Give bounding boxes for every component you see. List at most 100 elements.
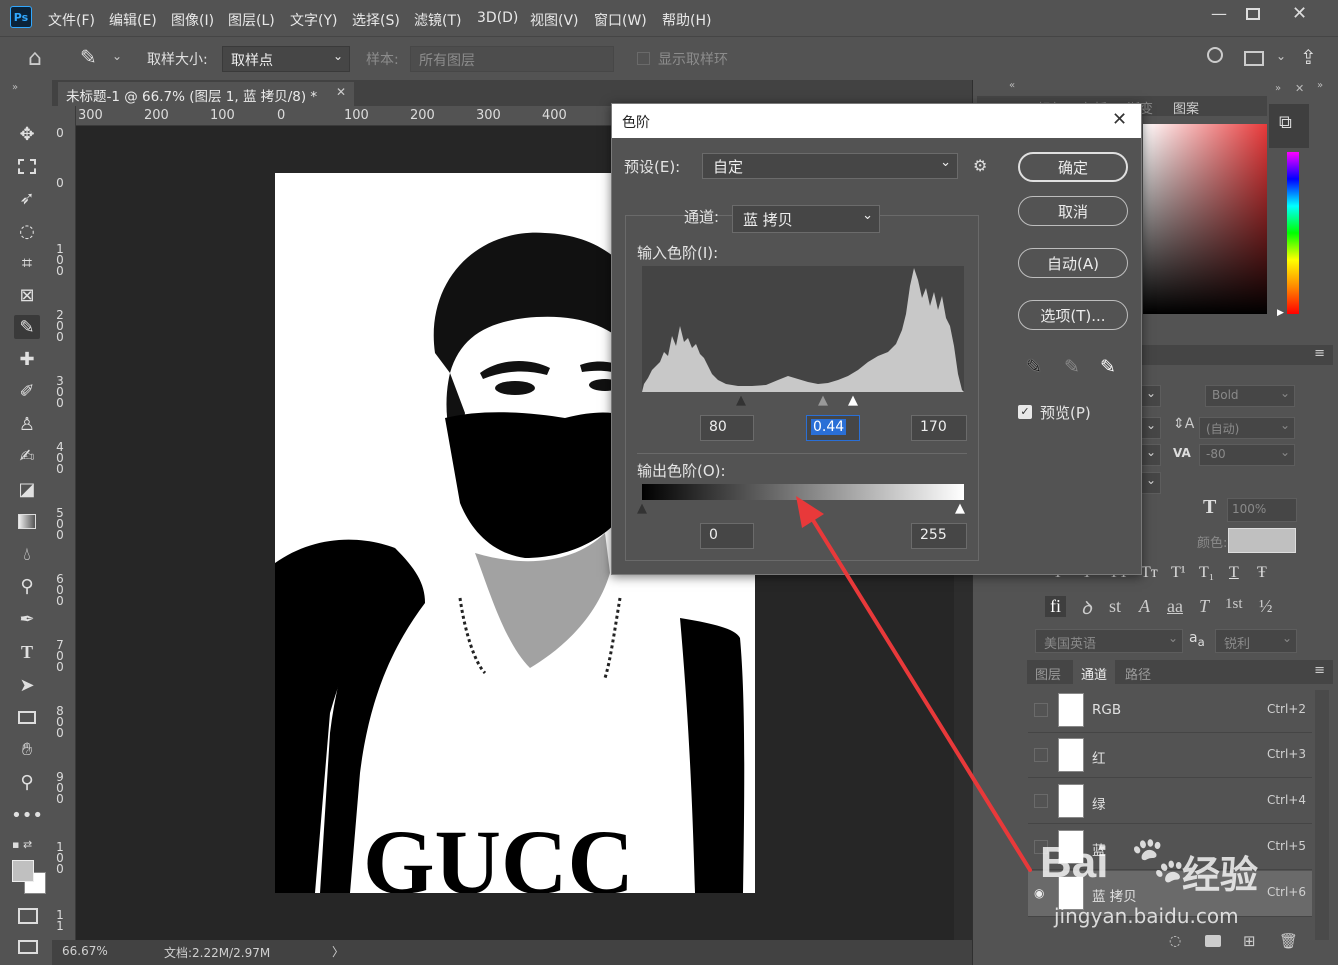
menu-help[interactable]: 帮助(H)	[662, 10, 711, 30]
swap-colors-icon[interactable]: ▪ ⇄	[12, 838, 32, 851]
menu-edit[interactable]: 编辑(E)	[109, 10, 157, 30]
tracking-select[interactable]: -80 ⌄	[1199, 444, 1295, 466]
close-icon[interactable]: ✕	[1292, 3, 1307, 24]
screen-mode-icon[interactable]	[18, 940, 38, 954]
collapse-icon[interactable]: »	[1275, 83, 1281, 94]
home-icon[interactable]: ⌂	[28, 46, 42, 71]
tab-paths[interactable]: 路径	[1125, 664, 1151, 683]
brush-tool-icon[interactable]: ✐	[14, 379, 40, 403]
minimize-icon[interactable]: —	[1211, 4, 1227, 23]
menu-image[interactable]: 图像(I)	[171, 10, 214, 30]
dodge-tool-icon[interactable]: ⚲	[14, 574, 40, 598]
color-field[interactable]	[1143, 124, 1267, 314]
input-gamma-field[interactable]: 0.44	[806, 415, 860, 441]
stylistic-alternates-icon[interactable]: aa	[1167, 596, 1183, 617]
output-black-field[interactable]: 0	[700, 523, 754, 549]
marquee-tool-icon[interactable]	[14, 154, 40, 178]
text-color-swatch[interactable]	[1228, 528, 1296, 553]
gray-point-eyedropper-icon[interactable]: ✎	[1064, 356, 1080, 378]
foreground-color-swatch[interactable]	[12, 860, 34, 882]
output-black-slider[interactable]: ▲	[637, 501, 647, 516]
eyedropper-tool-icon[interactable]: ✎	[14, 315, 40, 339]
underline-icon[interactable]: T	[1229, 564, 1239, 582]
font-style-select[interactable]: Bold ⌄	[1205, 385, 1295, 407]
crop-tool-icon[interactable]: ⌗	[14, 251, 40, 275]
channel-row-rgb[interactable]: RGB Ctrl+2	[1028, 688, 1312, 733]
menu-layer[interactable]: 图层(L)	[228, 10, 275, 30]
menu-filter[interactable]: 滤镜(T)	[414, 10, 461, 30]
leading-select[interactable]: (自动) ⌄	[1199, 417, 1295, 439]
pen-tool-icon[interactable]: ✒	[14, 607, 40, 631]
zoom-tool-icon[interactable]: ⚲	[14, 770, 40, 794]
black-point-eyedropper-icon[interactable]: ✎	[1026, 356, 1042, 378]
blur-tool-icon[interactable]: 💧︎	[14, 542, 40, 566]
scale-field[interactable]: 100%	[1227, 498, 1297, 522]
frame-tool-icon[interactable]: ⊠	[14, 283, 40, 307]
stamp-tool-icon[interactable]: ♙	[14, 412, 40, 436]
more-tools-icon[interactable]: •••	[11, 803, 43, 827]
language-select[interactable]: 美国英语 ⌄	[1035, 629, 1183, 653]
workspace-icon[interactable]	[1244, 51, 1264, 66]
eyedropper-tool-icon[interactable]: ✎	[80, 45, 97, 69]
panel-menu-icon[interactable]: ≡	[1314, 663, 1325, 678]
menu-3d[interactable]: 3D(D)	[477, 10, 518, 26]
hand-tool-icon[interactable]: ✋︎	[14, 737, 40, 761]
show-ring-checkbox[interactable]	[637, 52, 650, 65]
subscript-icon[interactable]: T₁	[1199, 564, 1214, 582]
menu-type[interactable]: 文字(Y)	[290, 10, 337, 30]
collapse-icon[interactable]: «	[1009, 80, 1015, 91]
white-point-eyedropper-icon[interactable]: ✎	[1100, 356, 1116, 378]
options-button[interactable]: 选项(T)...	[1018, 300, 1128, 330]
cancel-button[interactable]: 取消	[1018, 196, 1128, 226]
quick-mask-icon[interactable]	[18, 908, 38, 924]
sample-size-select[interactable]: 取样点 ⌄	[222, 46, 350, 72]
close-panel-icon[interactable]: ✕	[1295, 82, 1304, 95]
document-tab[interactable]: 未标题-1 @ 66.7% (图层 1, 蓝 拷贝/8) * ✕	[58, 82, 354, 106]
lasso-tool-icon[interactable]: ➶	[14, 186, 40, 210]
ok-button[interactable]: 确定	[1018, 152, 1128, 182]
close-icon[interactable]: ✕	[1112, 109, 1127, 130]
quick-select-tool-icon[interactable]: ◌	[14, 219, 40, 243]
chevron-down-icon[interactable]: ⌄	[1276, 49, 1286, 63]
hue-slider-handle[interactable]: ▶	[1277, 308, 1284, 318]
path-select-tool-icon[interactable]: ➤	[14, 673, 40, 697]
channel-row-red[interactable]: 红 Ctrl+3	[1028, 733, 1312, 778]
superscript-icon[interactable]: T¹	[1171, 564, 1186, 582]
swash-icon[interactable]: A	[1139, 596, 1150, 617]
antialias-select[interactable]: 锐利 ⌄	[1215, 629, 1297, 653]
small-caps-icon[interactable]: Tт	[1141, 564, 1158, 582]
preset-select[interactable]: 自定 ⌄	[702, 153, 958, 179]
input-black-slider[interactable]: ▲	[736, 393, 746, 408]
titling-icon[interactable]: T	[1199, 596, 1209, 617]
channel-select[interactable]: 蓝 拷贝 ⌄	[732, 205, 880, 233]
eraser-tool-icon[interactable]: ◪	[14, 477, 40, 501]
history-brush-tool-icon[interactable]: ✍	[14, 444, 40, 468]
input-white-slider[interactable]: ▲	[848, 393, 858, 408]
preset-options-icon[interactable]: ⚙	[973, 156, 987, 175]
fractions-icon[interactable]: ½	[1259, 596, 1273, 617]
preview-checkbox[interactable]: ✓	[1018, 405, 1032, 419]
zoom-level[interactable]: 66.67%	[62, 944, 108, 958]
maximize-icon[interactable]	[1246, 8, 1260, 20]
menu-select[interactable]: 选择(S)	[352, 10, 400, 30]
move-tool-icon[interactable]: ✥	[14, 122, 40, 146]
healing-tool-icon[interactable]: ✚	[14, 347, 40, 371]
menu-file[interactable]: 文件(F)	[48, 10, 95, 30]
input-gamma-slider[interactable]: ▲	[818, 393, 828, 408]
old-style-icon[interactable]: ꝺ	[1081, 596, 1092, 620]
rectangle-tool-icon[interactable]	[14, 705, 40, 729]
sample-select[interactable]: 所有图层	[410, 46, 614, 72]
hue-slider[interactable]	[1287, 152, 1299, 314]
collapse-icon[interactable]: »	[1317, 80, 1323, 91]
close-tab-icon[interactable]: ✕	[336, 85, 346, 99]
input-black-field[interactable]: 80	[700, 415, 754, 441]
share-icon[interactable]: ⇪	[1300, 45, 1317, 69]
discretionary-ligatures-icon[interactable]: st	[1109, 596, 1121, 617]
tab-channels[interactable]: 通道	[1073, 660, 1116, 684]
chevron-down-icon[interactable]: ⌄	[112, 49, 122, 63]
libraries-icon[interactable]: ⧉	[1279, 112, 1292, 133]
strikethrough-icon[interactable]: Ŧ	[1257, 564, 1267, 582]
menu-view[interactable]: 视图(V)	[530, 10, 579, 30]
status-menu-icon[interactable]: 〉	[332, 943, 344, 960]
panel-menu-icon[interactable]: ≡	[1314, 346, 1325, 361]
